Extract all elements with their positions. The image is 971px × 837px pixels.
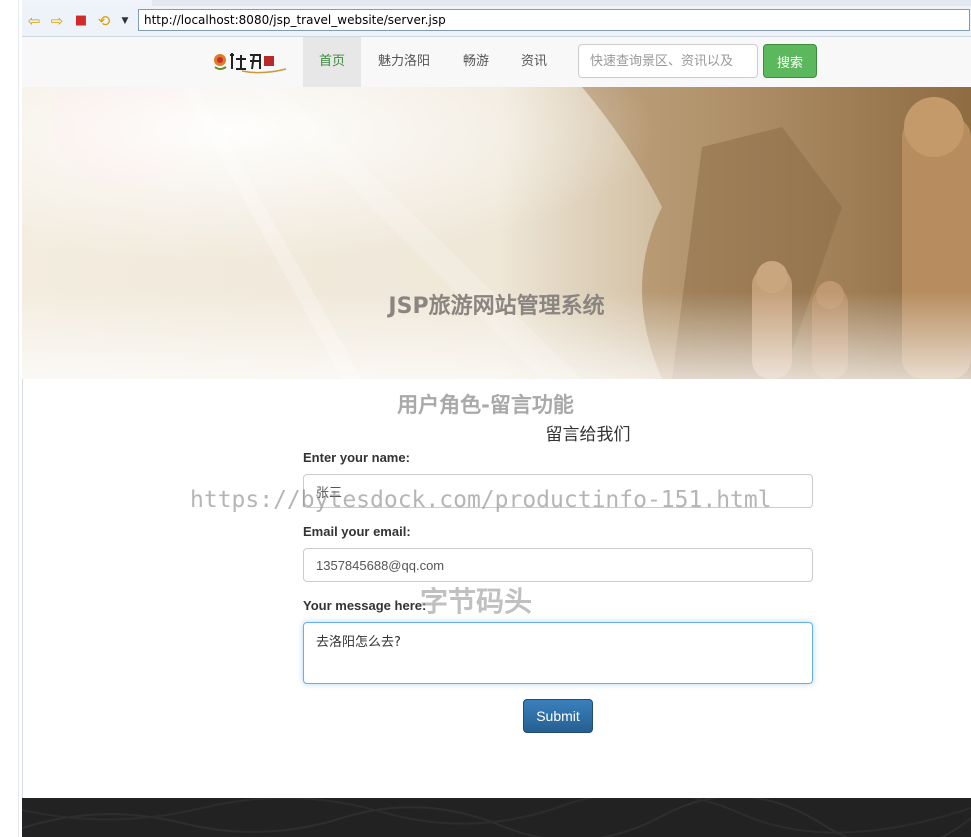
forward-arrow-icon[interactable]: ⇨	[48, 12, 66, 30]
stop-icon[interactable]: ■	[72, 12, 90, 30]
url-field[interactable]: http://localhost:8080/jsp_travel_website…	[138, 9, 970, 31]
name-label: Enter your name:	[303, 450, 410, 465]
refresh-icon[interactable]: ⟲	[95, 12, 113, 30]
watermark-url: https://bytesdock.com/productinfo-151.ht…	[190, 487, 772, 513]
banner-image	[22, 87, 971, 379]
site-logo[interactable]	[212, 49, 288, 75]
watermark-brand: 字节码头	[420, 585, 533, 618]
submit-button[interactable]: Submit	[523, 699, 593, 733]
site-navbar: 首页 魅力洛阳 畅游 资讯 搜索	[22, 37, 971, 88]
nav-item-charm-luoyang[interactable]: 魅力洛阳	[368, 37, 440, 87]
search-button[interactable]: 搜索	[763, 44, 817, 78]
search-input[interactable]	[578, 44, 758, 78]
hero-banner: JSP旅游网站管理系统	[22, 87, 971, 379]
back-arrow-icon[interactable]: ⇦	[25, 12, 43, 30]
nav-item-tour[interactable]: 畅游	[448, 37, 504, 87]
page-subtitle: 用户角色-留言功能	[397, 393, 574, 417]
ide-gutter	[0, 0, 23, 837]
nav-item-news[interactable]: 资讯	[506, 37, 562, 87]
email-label: Email your email:	[303, 524, 411, 539]
page-footer	[22, 798, 971, 837]
dropdown-arrow-icon[interactable]: ▼	[116, 12, 134, 30]
message-label: Your message here:	[303, 598, 427, 613]
nav-item-home[interactable]: 首页	[303, 37, 361, 87]
banner-caption: JSP旅游网站管理系统	[388, 294, 605, 319]
email-field[interactable]	[303, 548, 813, 582]
footer-pattern	[22, 798, 971, 837]
form-heading: 留言给我们	[545, 425, 631, 445]
browser-toolbar: ⇦ ⇨ ■ ⟲ ▼ http://localhost:8080/jsp_trav…	[22, 6, 971, 37]
message-field[interactable]: 去洛阳怎么去?	[303, 622, 813, 684]
